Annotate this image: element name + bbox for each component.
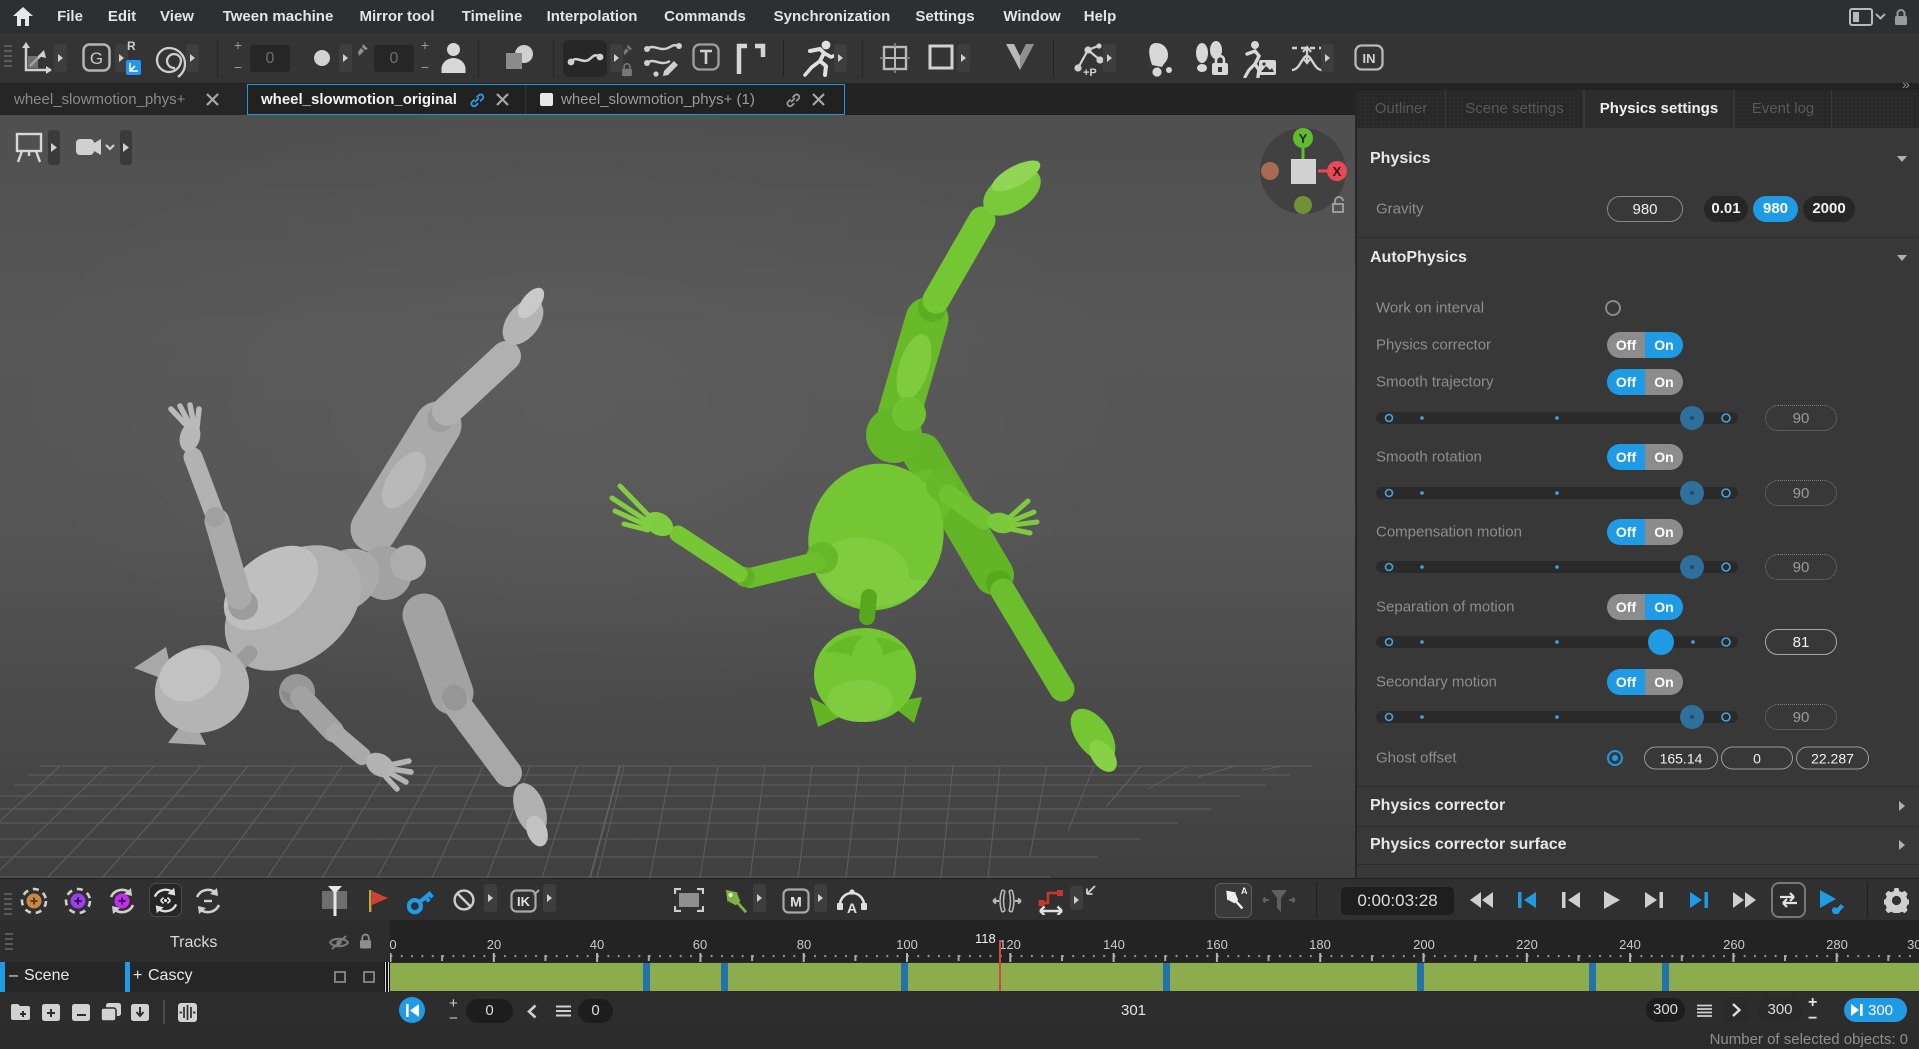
svg-text:A: A	[847, 900, 857, 915]
svg-text:+P: +P	[1083, 67, 1097, 78]
svg-text:IN: IN	[1363, 51, 1376, 66]
svg-text:A: A	[1241, 886, 1248, 896]
svg-text:IK: IK	[517, 894, 531, 909]
svg-text:X: X	[1333, 164, 1342, 179]
svg-text:M: M	[790, 894, 802, 910]
svg-text:Y: Y	[1299, 131, 1308, 146]
svg-text:G: G	[90, 49, 103, 68]
